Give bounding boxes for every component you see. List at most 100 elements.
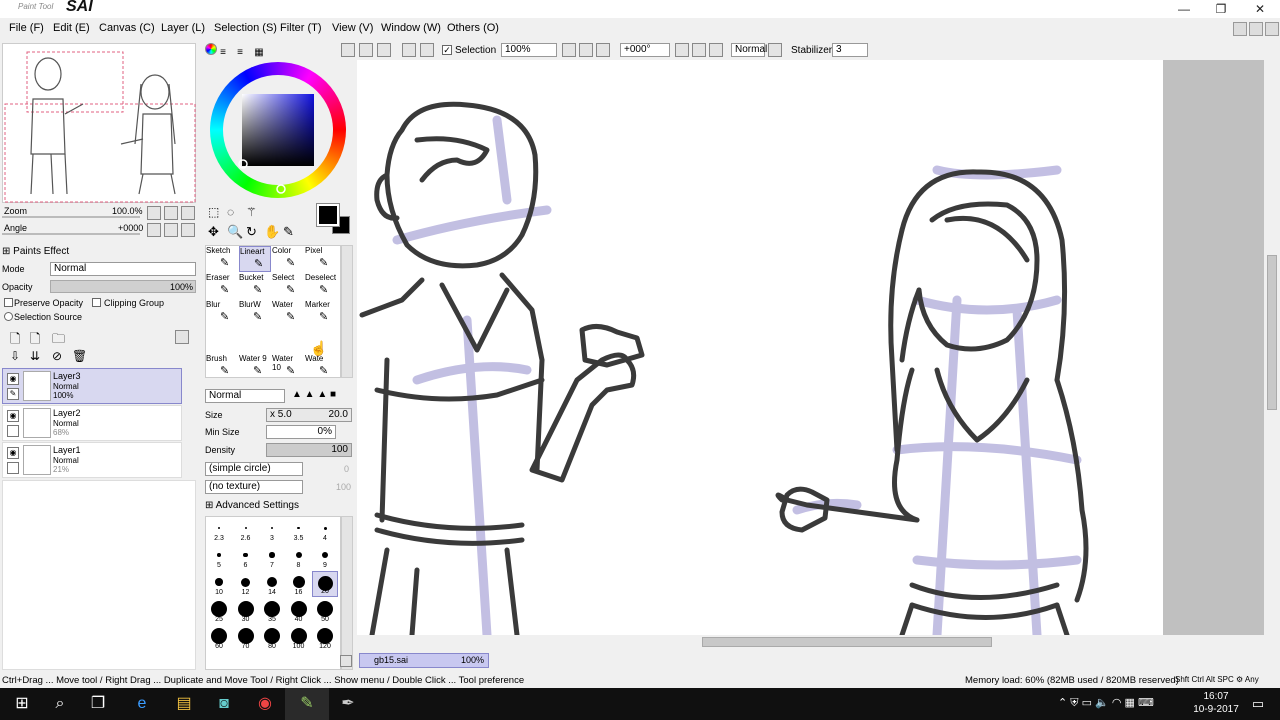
visibility-eye-icon[interactable]: ◉ <box>7 447 19 459</box>
menu-view[interactable]: View (V) <box>332 22 373 34</box>
keyboard-icon[interactable]: ⌨ <box>1138 697 1154 709</box>
tray-icons[interactable]: ⌃ ⛨ ▭ 🔈 ◠ ▦ ⌨ <box>1058 696 1154 710</box>
store-icon[interactable]: ◙ <box>202 688 246 720</box>
advanced-settings-toggle[interactable]: ⊞ Advanced Settings <box>205 500 299 511</box>
brush-size-option[interactable]: 40 <box>286 598 312 624</box>
brush-size-option[interactable]: 3 <box>259 517 285 543</box>
rotation-select[interactable]: +000° <box>620 43 670 57</box>
brush-tool-deselect[interactable]: Deselect ✎ <box>305 273 337 299</box>
brush-size-scrollbar[interactable] <box>341 516 353 670</box>
menu-file[interactable]: File (F) <box>9 22 44 34</box>
zoom-reset-button[interactable] <box>181 206 195 220</box>
menu-window[interactable]: Window (W) <box>381 22 441 34</box>
visibility-eye-icon[interactable]: ◉ <box>7 410 19 422</box>
brush-size-option[interactable]: 9 <box>312 544 338 570</box>
volume-icon[interactable]: 🔈 <box>1095 697 1109 709</box>
minimize-button[interactable]: — <box>1164 0 1204 18</box>
layer-options-button[interactable] <box>175 330 189 344</box>
foreground-color-swatch[interactable] <box>316 203 340 227</box>
brush-size-option[interactable]: 35 <box>259 598 285 624</box>
brush-size-option[interactable]: 120 <box>312 625 338 651</box>
brush-size-option[interactable]: 50 <box>312 598 338 624</box>
selection-checkbox[interactable]: ✓ <box>442 45 452 55</box>
brush-tool-blur[interactable]: Blur ✎ <box>206 300 238 326</box>
invert-selection-button[interactable] <box>420 43 434 57</box>
zoom-out-button[interactable] <box>147 206 161 220</box>
vertical-scrollbar-thumb[interactable] <box>1267 255 1277 410</box>
network-icon[interactable]: ▦ <box>1125 697 1135 709</box>
rotate-reset-tb-button[interactable] <box>709 43 723 57</box>
panel-toggle-button[interactable] <box>341 43 355 57</box>
mode-select[interactable]: Normal <box>50 262 196 276</box>
rotate-tool-icon[interactable]: ↻ <box>246 224 257 240</box>
document-tab-scroll-button[interactable] <box>340 655 352 667</box>
show-hidden-icon[interactable]: ⌃ <box>1058 697 1067 709</box>
lasso-icon[interactable]: ◌ <box>227 205 234 219</box>
chrome-icon[interactable]: ◉ <box>243 688 287 720</box>
zoom-tool-icon[interactable]: 🔍 <box>227 224 243 240</box>
panel-layout-button-1[interactable] <box>1233 22 1247 36</box>
menu-selection[interactable]: Selection (S) <box>214 22 277 34</box>
edit-pencil-icon[interactable]: ✎ <box>7 388 19 400</box>
brush-grid-scrollbar[interactable] <box>341 245 353 378</box>
maximize-button[interactable]: ❐ <box>1201 0 1241 18</box>
brush-size-option[interactable]: 100 <box>286 625 312 651</box>
rgb-slider-tab-icon[interactable]: ≡ <box>220 47 234 59</box>
blend-select[interactable]: Normal <box>731 43 767 57</box>
clear-layer-icon[interactable]: ⊘ <box>52 349 62 363</box>
brush-tool-eraser[interactable]: Eraser ✎ <box>206 273 238 299</box>
brush-size-option[interactable]: 30 <box>233 598 259 624</box>
shield-icon[interactable]: ⛨ <box>1070 697 1078 709</box>
paint-tool-sai-taskbar-icon[interactable]: ✎ <box>285 688 329 720</box>
brush-tool-sketch[interactable]: Sketch ✎ <box>206 246 238 272</box>
brush-size-option[interactable]: 80 <box>259 625 285 651</box>
zoom-in-tb-button[interactable] <box>579 43 593 57</box>
clipping-group-checkbox[interactable] <box>92 298 101 307</box>
zoom-out-tb-button[interactable] <box>562 43 576 57</box>
clock-time[interactable]: 16:07 <box>1196 691 1236 702</box>
size-slider[interactable]: x 5.0 20.0 <box>266 408 352 422</box>
flip-button[interactable] <box>768 43 782 57</box>
brush-size-option[interactable]: 2.6 <box>233 517 259 543</box>
brush-tool-blurw[interactable]: BlurW ✎ <box>239 300 271 326</box>
brush-tool-water-10[interactable]: Water 10 ✎ <box>272 354 304 380</box>
rotate-cw-button[interactable] <box>692 43 706 57</box>
horizontal-scrollbar[interactable] <box>357 635 1264 649</box>
deselect-button[interactable] <box>402 43 416 57</box>
brush-size-option[interactable]: 70 <box>233 625 259 651</box>
selection-source-radio[interactable] <box>4 312 13 321</box>
visibility-eye-icon[interactable]: ◉ <box>7 373 19 385</box>
brush-size-option[interactable]: 4 <box>312 517 338 543</box>
brush-size-option[interactable]: 16 <box>286 571 312 597</box>
notifications-icon[interactable]: ▭ <box>1236 688 1280 720</box>
brush-tool-bucket[interactable]: Bucket ✎ <box>239 273 271 299</box>
brush-tool-water[interactable]: Water ✎ <box>272 300 304 326</box>
paints-effect-header[interactable]: ⊞ Paints Effect <box>2 246 69 257</box>
pen-app-icon[interactable]: ✒ <box>326 688 370 720</box>
min-size-slider[interactable]: 0% <box>266 425 336 439</box>
brush-size-option[interactable]: 25 <box>206 598 232 624</box>
density-slider[interactable]: 100 <box>266 443 352 457</box>
swatches-tab-icon[interactable]: ▦ <box>254 47 268 59</box>
magic-wand-icon[interactable]: ⚚ <box>246 205 257 219</box>
hsv-slider-tab-icon[interactable]: ≡ <box>237 47 251 59</box>
brush-size-option[interactable]: 6 <box>233 544 259 570</box>
brush-size-option[interactable]: 12 <box>233 571 259 597</box>
rotate-left-button[interactable] <box>147 223 161 237</box>
close-button[interactable]: ✕ <box>1240 0 1280 18</box>
drawing-canvas[interactable] <box>357 60 1163 635</box>
menu-filter[interactable]: Filter (T) <box>280 22 322 34</box>
blend-mode-select[interactable]: Normal <box>205 389 285 403</box>
edit-toggle[interactable] <box>7 462 19 474</box>
brush-tool-pixel[interactable]: Pixel ✎ <box>305 246 337 272</box>
color-wheel[interactable] <box>208 60 348 200</box>
undo-button[interactable] <box>359 43 373 57</box>
hand-tool-icon[interactable]: ✋ <box>264 224 280 240</box>
brush-shape-buttons[interactable]: ▲ ▲ ▲ ■ <box>292 389 352 403</box>
file-explorer-icon[interactable]: ▤ <box>162 688 206 720</box>
brush-tool-select[interactable]: Select ✎ <box>272 273 304 299</box>
brush-size-option[interactable]: 8 <box>286 544 312 570</box>
delete-layer-icon[interactable]: 🗑 <box>72 349 87 363</box>
navigator-preview[interactable] <box>2 43 196 203</box>
brush-size-option[interactable]: 20 <box>312 571 338 597</box>
